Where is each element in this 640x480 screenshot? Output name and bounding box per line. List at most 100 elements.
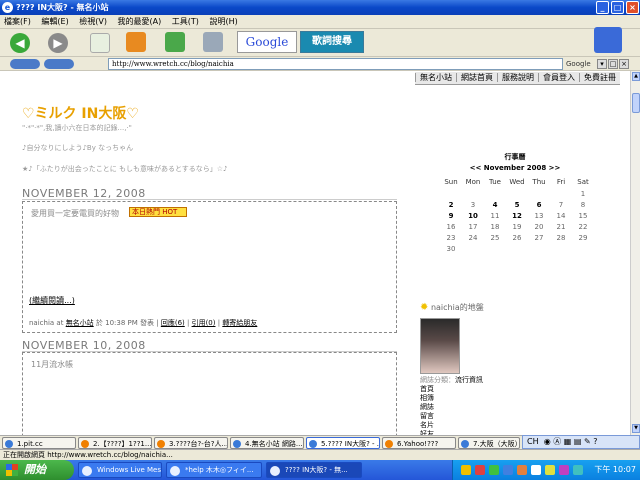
nav-wretch[interactable]: 無名小站	[415, 73, 456, 82]
calendar-weekday: Wed	[509, 178, 525, 186]
lyrics-search-button[interactable]: 歌詞搜尋	[300, 31, 364, 53]
minimize-button[interactable]: _	[596, 1, 609, 14]
vertical-scrollbar[interactable]: ▲ ▼	[630, 71, 640, 435]
nav-help[interactable]: 服務說明	[497, 73, 538, 82]
system-tray: 下午 10:07	[452, 460, 640, 480]
menu-help[interactable]: 說明(H)	[205, 15, 241, 29]
menu-bar: 檔案(F) 編輯(E) 檢視(V) 我的最愛(A) 工具(T) 說明(H)	[0, 15, 640, 29]
tray-icon[interactable]	[489, 465, 499, 475]
google-button[interactable]: Google	[237, 31, 297, 53]
restore-icon[interactable]: □	[608, 59, 618, 69]
maximize-button[interactable]: □	[611, 1, 624, 14]
calendar-day: 14	[556, 211, 566, 220]
calendar: 行事曆 << November 2008 >> Sun Mon Tue Wed Thu F…	[440, 152, 600, 254]
forward-icon[interactable]: ▶	[48, 33, 68, 53]
tray-icon[interactable]	[531, 465, 541, 475]
taskbar-item[interactable]: *help 木木◎フィイ...	[166, 462, 262, 478]
box-icon[interactable]	[203, 32, 223, 52]
browser-tab[interactable]: 1.pit.cc	[2, 437, 76, 449]
nav-login[interactable]: 會員登入	[538, 73, 579, 82]
calendar-day: 13	[534, 211, 544, 220]
scroll-thumb[interactable]	[632, 93, 640, 113]
post-title[interactable]: 11月流水帳	[31, 359, 73, 370]
taskbar: 開始 Windows Live Messen... *help 木木◎フィイ..…	[0, 460, 640, 480]
post-title[interactable]: 愛用買一定要電買的好物	[31, 208, 119, 219]
profile-link-guestbook[interactable]: 留言	[420, 412, 483, 421]
menu-view[interactable]: 檢視(V)	[75, 15, 111, 29]
profile-link-home[interactable]: 首頁	[420, 385, 483, 394]
calendar-day: 16	[446, 222, 456, 231]
calendar-month-nav[interactable]: << November 2008 >>	[430, 164, 600, 172]
profile-link-album[interactable]: 相簿	[420, 394, 483, 403]
url-input[interactable]: http://www.wretch.cc/blog/naichia	[108, 58, 563, 70]
google-search-label[interactable]: Google	[566, 57, 591, 71]
nav-register[interactable]: 免費註冊	[579, 73, 620, 82]
history-button[interactable]	[10, 59, 40, 69]
calendar-day[interactable]: 12	[506, 210, 528, 221]
calendar-day: 25	[490, 233, 500, 242]
calendar-day[interactable]: 9	[440, 210, 462, 221]
volume-icon[interactable]	[573, 465, 583, 475]
nav-blog-home[interactable]: 網誌首頁	[456, 73, 497, 82]
calendar-day[interactable]: 10	[462, 210, 484, 221]
ie-icon: e	[2, 2, 13, 13]
trackback-link[interactable]: 引用(0)	[192, 319, 216, 327]
tray-icon[interactable]	[475, 465, 485, 475]
browser-tab-active[interactable]: 5.???? IN大阪? - ...	[306, 437, 380, 449]
start-button[interactable]: 開始	[0, 460, 74, 480]
forward-link[interactable]: 轉寄給朋友	[222, 319, 257, 327]
extension-icon[interactable]	[165, 32, 185, 52]
profile-link-card[interactable]: 名片	[420, 421, 483, 430]
calendar-day[interactable]: 2	[440, 199, 462, 210]
menu-edit[interactable]: 編輯(E)	[37, 15, 72, 29]
calendar-day[interactable]: 5	[506, 199, 528, 210]
profile-label: 網誌分類：	[420, 376, 455, 384]
calendar-day[interactable]: 6	[528, 199, 550, 210]
avatar[interactable]	[420, 318, 460, 374]
toolbar-close-icon[interactable]: ×	[619, 59, 629, 69]
browser-tab[interactable]: 2.【????】1??1...	[78, 437, 152, 449]
menu-tools[interactable]: 工具(T)	[168, 15, 203, 29]
ime-icons[interactable]: ◉ Ⓐ ▦ ▤ ✎ ?	[541, 437, 598, 446]
search-pill-button[interactable]	[44, 59, 74, 69]
blog-title[interactable]: ♡ミルク IN大阪♡	[22, 103, 139, 123]
calendar-day	[462, 188, 484, 199]
reply-link[interactable]: 回應(6)	[161, 319, 185, 327]
tray-icon[interactable]	[559, 465, 569, 475]
calendar-day	[528, 188, 550, 199]
browser-tab[interactable]: 6.Yahoo!???	[382, 437, 456, 449]
taskbar-item-active[interactable]: ???? IN大阪? - 無...	[266, 462, 362, 478]
tray-icon[interactable]	[545, 465, 555, 475]
calendar-weekday: Sat	[577, 178, 589, 186]
refresh-icon[interactable]	[90, 33, 110, 53]
tray-icon[interactable]	[503, 465, 513, 475]
tray-icon[interactable]	[461, 465, 471, 475]
scroll-up-icon[interactable]: ▲	[632, 72, 640, 81]
post-site-link[interactable]: 無名小站	[66, 319, 94, 327]
browser-tab[interactable]: 7.大阪（大阪）	[458, 437, 520, 449]
close-button[interactable]: ×	[626, 1, 639, 14]
browser-tab[interactable]: 4.無名小站 網路...	[230, 437, 304, 449]
taskbar-item[interactable]: Windows Live Messen...	[78, 462, 162, 478]
read-more-link[interactable]: (繼續閱讀...)	[29, 295, 75, 306]
language-indicator[interactable]: CH	[527, 437, 539, 446]
language-bar[interactable]: CH ◉ Ⓐ ▦ ▤ ✎ ?	[522, 435, 640, 449]
blog-subtitle: ♪自分なりにしよう♪By なっちゃん	[22, 144, 134, 152]
profile-category[interactable]: 流行資訊	[455, 376, 483, 384]
calendar-day: 26	[512, 233, 522, 242]
scroll-down-icon[interactable]: ▼	[632, 424, 640, 433]
calendar-day[interactable]: 4	[484, 199, 506, 210]
menu-favorites[interactable]: 我的最愛(A)	[114, 15, 166, 29]
back-icon[interactable]: ◀	[10, 33, 30, 53]
profile-link-blog[interactable]: 網誌	[420, 403, 483, 412]
calendar-day: 1	[580, 189, 586, 198]
calendar-weekday: Thu	[532, 178, 546, 186]
calendar-day	[572, 243, 594, 254]
blog-subtitle: "‧*"‧*",我,讀小六在日本的記錄...,‧"	[22, 124, 132, 132]
sun-icon: ✹	[420, 302, 429, 313]
menu-file[interactable]: 檔案(F)	[0, 15, 35, 29]
browser-tab[interactable]: 3.????台?-台?人...	[154, 437, 228, 449]
home-icon[interactable]	[126, 32, 146, 52]
tray-icon[interactable]	[517, 465, 527, 475]
dropdown-icon[interactable]: ▾	[597, 59, 607, 69]
